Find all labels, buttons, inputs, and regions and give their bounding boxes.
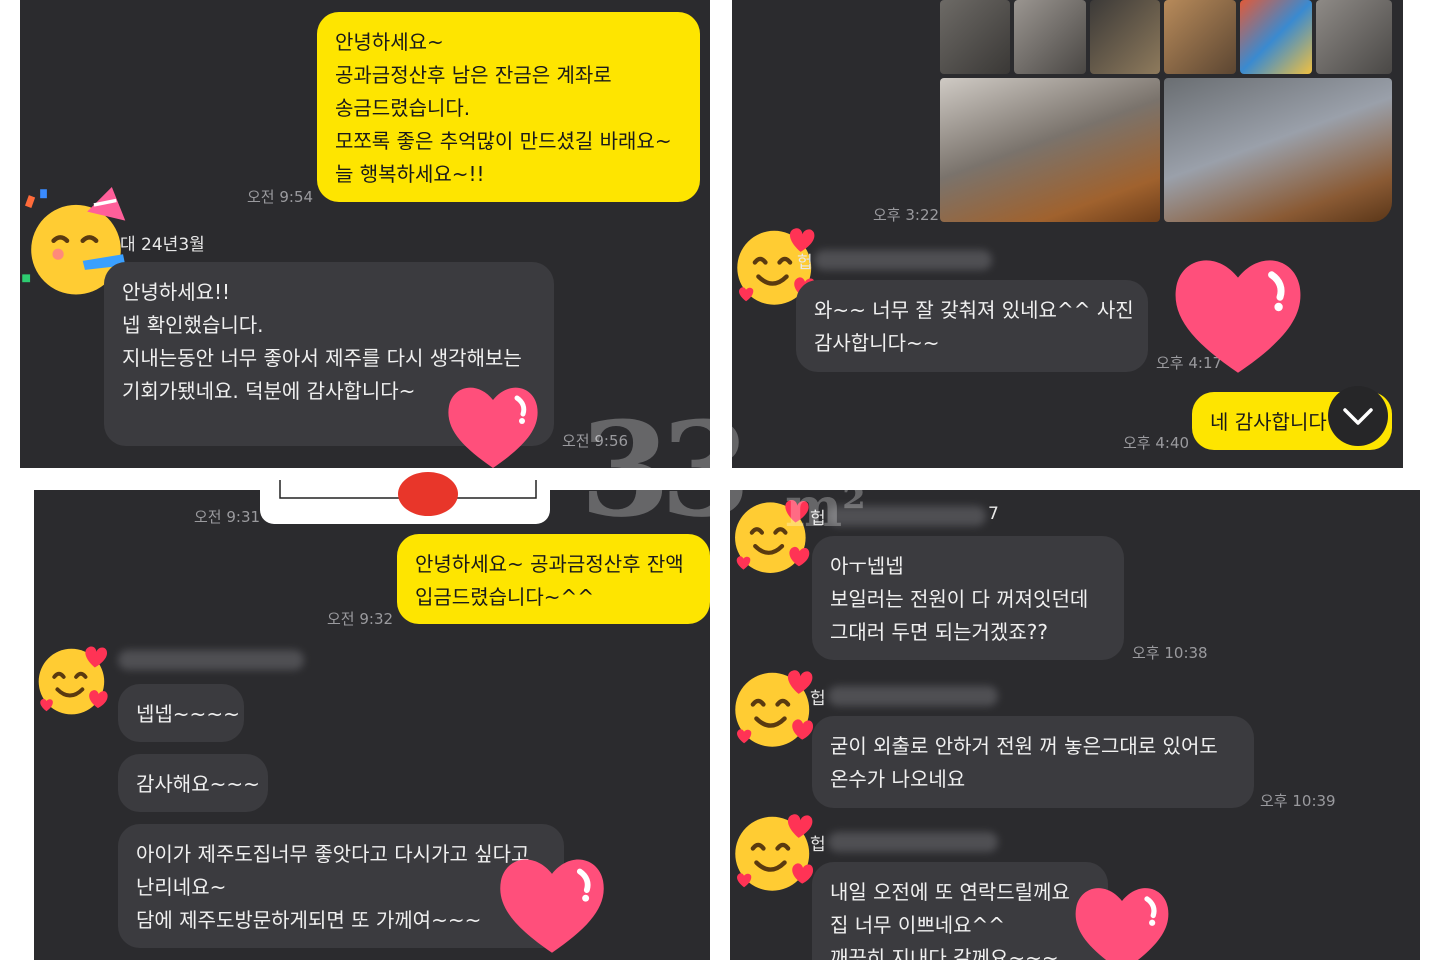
sender-name: 헙 xyxy=(797,253,813,273)
other-message-bubble[interactable]: 넵넵~~~~ xyxy=(118,684,244,742)
message-line: 깨끗히 지내다 갈께요~~~ xyxy=(830,946,1059,960)
message-line: 보일러는 전원이 다 꺼져잇던데 xyxy=(830,587,1089,611)
message-line: 온수가 나오네요 xyxy=(830,767,966,791)
message-line: 안녕하세요!! xyxy=(122,280,231,304)
heart-icon xyxy=(1066,876,1178,960)
message-line: 입금드렸습니다~^^ xyxy=(415,585,595,609)
photo-grid[interactable] xyxy=(940,0,1392,222)
message-timestamp: 오후 10:39 xyxy=(1260,792,1336,810)
watermark-logo: 33 xyxy=(580,393,751,546)
chat-panel-top-right: 오후 3:22 헙 와~~ 너무 잘 갖춰져 있네요^^ 사진 감사합니다~~ … xyxy=(732,0,1403,468)
other-message-bubble[interactable]: 굳이 외출로 안하거 전원 꺼 놓은그대로 있어도 온수가 나오네요 xyxy=(812,716,1254,808)
blurred-sender-name xyxy=(814,250,992,270)
photo-thumbnail[interactable] xyxy=(1164,0,1236,74)
blurred-sender-name xyxy=(118,650,304,670)
message-line: 늘 행복하세요~!! xyxy=(335,162,485,186)
message-timestamp: 오후 10:38 xyxy=(1132,644,1208,662)
smiling-face-with-hearts-icon xyxy=(730,650,818,766)
photo-thumbnail[interactable] xyxy=(940,0,1010,74)
message-line: 담에 제주도방문하게되면 또 가께여~~~ xyxy=(136,908,482,932)
message-line: 집 너무 이쁘네요^^ xyxy=(830,913,1006,937)
message-line: 안녕하세요~ 공과금정산후 잔액 xyxy=(415,552,684,576)
other-message-bubble[interactable]: 감사해요~~~ xyxy=(118,754,268,812)
scroll-to-bottom-button[interactable] xyxy=(1328,386,1388,446)
blurred-sender-name xyxy=(828,832,998,852)
message-line: 아ㅜ넵넵 xyxy=(830,554,904,578)
smiling-face-with-hearts-icon xyxy=(34,630,112,730)
message-line: 모쪼록 좋은 추억많이 만드셨길 바래요~ xyxy=(335,129,672,153)
watermark-logo-unit: m² xyxy=(785,475,866,539)
my-message-bubble[interactable]: 안녕하세요~ 공과금정산후 잔액 입금드렸습니다~^^ xyxy=(397,534,710,624)
other-message-bubble[interactable]: 내일 오전에 또 연락드릴께요 집 너무 이쁘네요^^ 깨끗히 지내다 갈께요~… xyxy=(812,862,1108,960)
message-timestamp: 오전 9:54 xyxy=(247,188,314,206)
photo-thumbnail[interactable] xyxy=(1014,0,1086,74)
chevron-down-icon xyxy=(1343,408,1373,425)
message-timestamp: 오전 9:31 xyxy=(194,508,261,526)
message-line: 넵 확인했습니다. xyxy=(122,313,264,337)
message-line: 송금드렸습니다. xyxy=(335,96,471,120)
heart-icon xyxy=(492,846,612,960)
message-line: 그대러 두면 되는거겠죠?? xyxy=(830,620,1048,644)
message-line: 공과금정산후 남은 잔금은 계좌로 xyxy=(335,63,612,87)
message-timestamp: 오전 9:32 xyxy=(327,610,394,628)
message-line: 난리네요~ xyxy=(136,875,227,899)
my-message-bubble[interactable]: 안녕하세요~ 공과금정산후 남은 잔금은 계좌로 송금드렸습니다. 모쪼록 좋은… xyxy=(317,12,700,202)
message-line: 넵넵~~~~ xyxy=(136,702,240,726)
message-line: 굳이 외출로 안하거 전원 꺼 놓은그대로 있어도 xyxy=(830,734,1218,758)
message-line: 감사해요~~~ xyxy=(136,772,260,796)
heart-icon xyxy=(1166,244,1310,384)
photo-thumbnail[interactable] xyxy=(1316,0,1392,74)
other-message-bubble[interactable]: 아ㅜ넵넵 보일러는 전원이 다 꺼져잇던데 그대러 두면 되는거겠죠?? xyxy=(812,536,1124,660)
sender-name: 헙 xyxy=(810,835,826,855)
sender-name: 대 24년3월 xyxy=(120,235,205,255)
message-line: 아이가 제주도집너무 좋앗다고 다시가고 싶다고 xyxy=(136,842,530,866)
photo-thumbnail[interactable] xyxy=(1164,78,1392,222)
receipt-line-icon xyxy=(279,472,537,516)
photo-thumbnail[interactable] xyxy=(1090,0,1160,74)
photo-thumbnail[interactable] xyxy=(940,78,1160,222)
sender-name-tail: 7 xyxy=(988,504,999,524)
sender-name: 헙 xyxy=(810,689,826,709)
receipt-card-fragment xyxy=(260,470,550,524)
chat-panel-bottom-left: 오전 9:31 안녕하세요~ 공과금정산후 잔액 입금드렸습니다~^^ 오전 9… xyxy=(34,490,710,960)
blurred-sender-name xyxy=(828,686,998,706)
photo-thumbnail[interactable] xyxy=(1240,0,1312,74)
message-line: 지내는동안 너무 좋아서 제주를 다시 생각해보는 xyxy=(122,346,522,370)
message-line: 안녕하세요~ xyxy=(335,30,444,54)
heart-icon xyxy=(438,376,548,468)
message-timestamp: 오후 3:22 xyxy=(873,206,940,224)
message-timestamp: 오후 4:40 xyxy=(1123,434,1190,452)
other-message-bubble[interactable]: 와~~ 너무 잘 갖춰져 있네요^^ 사진 감사합니다~~ xyxy=(796,280,1148,372)
message-line: 와~~ 너무 잘 갖춰져 있네요^^ 사진 xyxy=(814,298,1134,322)
message-line: 감사합니다~~ xyxy=(814,331,940,355)
chat-panel-bottom-right: 헙 7 아ㅜ넵넵 보일러는 전원이 다 꺼져잇던데 그대러 두면 되는거겠죠??… xyxy=(730,490,1420,960)
message-line: 내일 오전에 또 연락드릴께요 xyxy=(830,880,1070,904)
smiling-face-with-hearts-icon xyxy=(730,796,818,908)
